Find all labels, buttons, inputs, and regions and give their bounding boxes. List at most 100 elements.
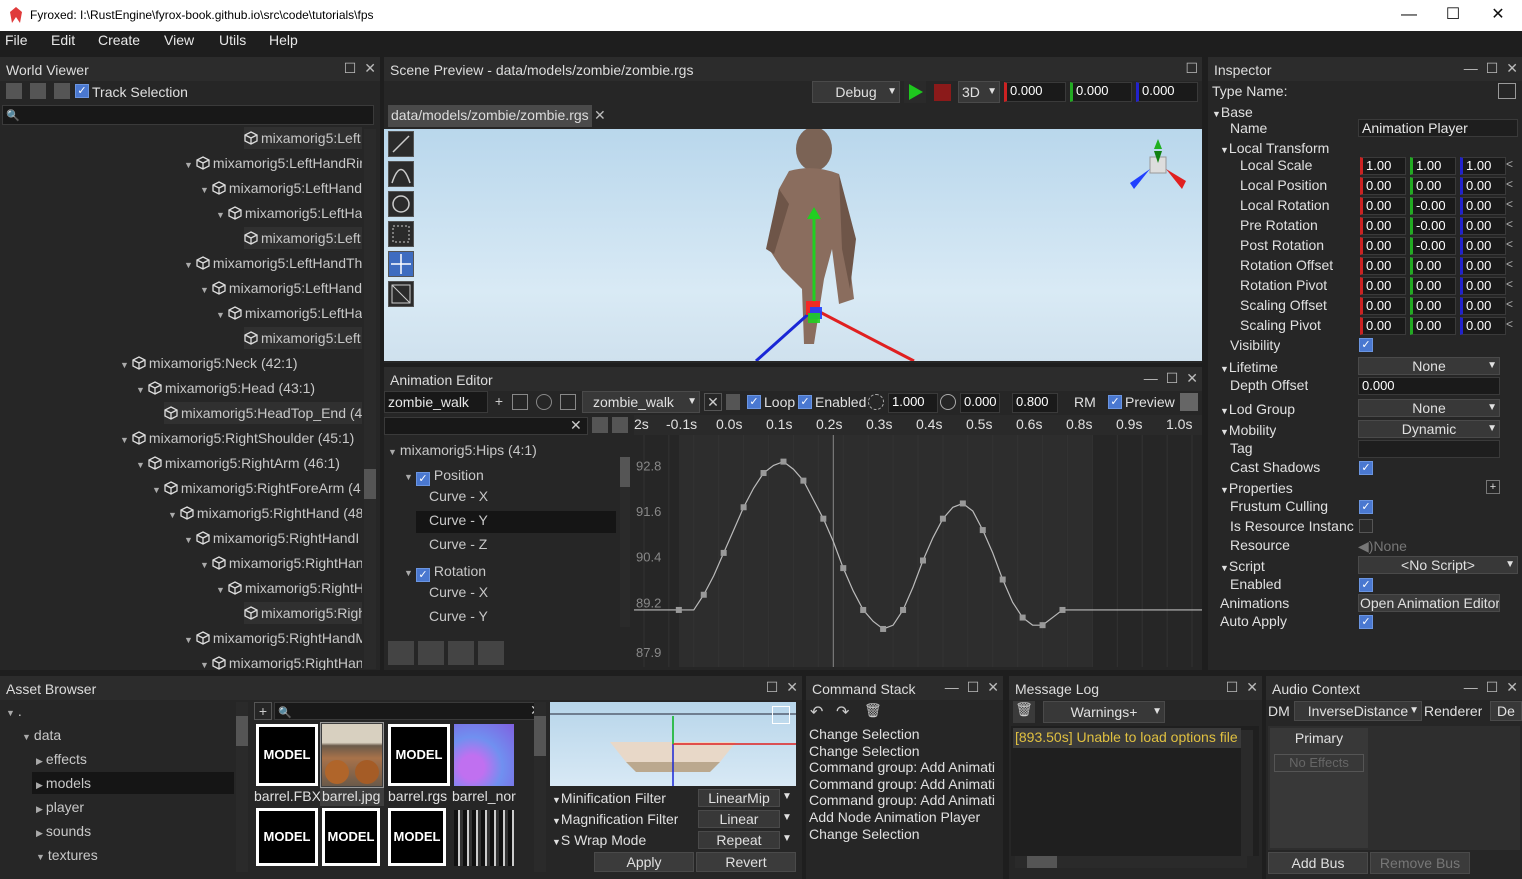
transform-value[interactable]: 0.00 bbox=[1460, 297, 1506, 315]
renderer-dropdown[interactable]: De bbox=[1490, 701, 1522, 721]
maximize-panel-icon[interactable]: ☐ bbox=[766, 679, 779, 695]
view-mode-dropdown[interactable]: 3D ▼ bbox=[958, 81, 1000, 103]
preview-checkbox[interactable]: ✓ bbox=[1108, 395, 1122, 409]
scene-node[interactable]: ▼ mixamorig5:LeftHandRin bbox=[184, 152, 362, 174]
scene-node[interactable]: mixamorig5:Left bbox=[244, 327, 362, 349]
time-end-field[interactable]: 0.800 bbox=[1012, 393, 1058, 413]
asset-scrollbar[interactable] bbox=[534, 702, 546, 872]
curve-pos-y[interactable]: Curve - Y bbox=[429, 509, 488, 531]
undo-icon[interactable]: ↶ bbox=[810, 702, 832, 722]
rect-select-tool-icon[interactable] bbox=[388, 221, 414, 247]
rename-icon[interactable] bbox=[560, 394, 576, 410]
revert-arrow-icon[interactable]: < bbox=[1506, 197, 1513, 211]
curve-editor[interactable]: 92.8 91.6 90.4 89.2 87.9 bbox=[634, 435, 1202, 667]
copy-animation-icon[interactable] bbox=[726, 394, 740, 410]
scene-node[interactable]: mixamorig5:Left bbox=[244, 227, 362, 249]
cast-shadows-checkbox[interactable]: ✓ bbox=[1359, 461, 1373, 475]
curve-rot-y[interactable]: Curve - Y bbox=[429, 605, 488, 627]
folder-models[interactable]: ▶ models bbox=[36, 772, 91, 794]
command-item[interactable]: Command group: Add Animati bbox=[809, 759, 995, 775]
base-section[interactable]: ▼Base bbox=[1212, 104, 1253, 120]
maximize-panel-icon[interactable]: ☐ bbox=[1185, 60, 1198, 76]
scene-node[interactable]: mixamorig5:HeadTop_End (4 bbox=[164, 402, 362, 424]
clear-stack-icon[interactable]: 🗑 bbox=[864, 702, 886, 722]
scene-node[interactable]: ▼ mixamorig5:RightHand (48 bbox=[168, 502, 362, 524]
asset-thumb-model-3[interactable]: MODEL bbox=[322, 808, 380, 866]
import-option-dropdown[interactable]: LinearMip bbox=[698, 789, 780, 807]
transform-value[interactable]: 0.00 bbox=[1410, 277, 1456, 295]
curve-keyframe[interactable] bbox=[1059, 606, 1066, 613]
folder-sounds[interactable]: ▶ sounds bbox=[36, 820, 91, 842]
folder-player[interactable]: ▶ player bbox=[36, 796, 84, 818]
menu-utils[interactable]: Utils bbox=[219, 32, 246, 48]
tree-scrollbar[interactable] bbox=[364, 129, 376, 669]
transform-value[interactable]: 0.00 bbox=[1360, 197, 1406, 215]
asset-thumb-barrel-fbx[interactable]: MODEL bbox=[256, 724, 318, 786]
redo-icon[interactable]: ↷ bbox=[836, 702, 858, 722]
revert-arrow-icon[interactable]: < bbox=[1506, 317, 1513, 331]
maximize-panel-icon[interactable]: ☐ bbox=[967, 679, 980, 695]
asset-thumb-model-2[interactable]: MODEL bbox=[256, 808, 318, 866]
minimize-panel-icon[interactable]: — bbox=[1464, 60, 1478, 76]
scene-tab[interactable]: data/models/zombie/zombie.rgs bbox=[388, 105, 592, 127]
curve-keyframe[interactable] bbox=[800, 477, 807, 484]
minimize-panel-icon[interactable]: — bbox=[1144, 370, 1158, 386]
curve-keyframe[interactable] bbox=[860, 606, 867, 613]
menu-help[interactable]: Help bbox=[269, 32, 298, 48]
curve-keyframe[interactable] bbox=[780, 458, 787, 465]
local-transform-section[interactable]: ▼Local Transform bbox=[1220, 140, 1329, 156]
script-dropdown[interactable]: <No Script> ▼ bbox=[1358, 556, 1518, 574]
menu-create[interactable]: Create bbox=[98, 32, 140, 48]
maximize-panel-icon[interactable]: ☐ bbox=[344, 60, 357, 76]
transform-value[interactable]: 0.00 bbox=[1460, 217, 1506, 235]
folder-textures[interactable]: ▼ textures bbox=[36, 844, 98, 866]
curve-keyframe[interactable] bbox=[740, 504, 747, 511]
delete-animation-icon[interactable]: ✕ bbox=[704, 393, 722, 411]
curve-rot-x[interactable]: Curve - X bbox=[429, 581, 488, 603]
curve-keyframe[interactable] bbox=[700, 591, 707, 598]
asset-preview-viewport[interactable] bbox=[550, 702, 796, 786]
command-item[interactable]: Change Selection bbox=[809, 826, 920, 842]
visibility-checkbox[interactable]: ✓ bbox=[1359, 338, 1373, 352]
resource-field[interactable]: ◀)None bbox=[1358, 538, 1407, 555]
scene-node[interactable]: ▼ mixamorig5:RightHan bbox=[200, 652, 362, 670]
animation-name-input[interactable]: zombie_walk bbox=[384, 391, 488, 413]
frustum-culling-checkbox[interactable]: ✓ bbox=[1359, 500, 1373, 514]
transform-value[interactable]: 1.00 bbox=[1410, 157, 1456, 175]
log-scrollbar-v[interactable] bbox=[1241, 730, 1253, 856]
close-tab-icon[interactable]: ✕ bbox=[594, 107, 606, 124]
transform-value[interactable]: 0.00 bbox=[1360, 317, 1406, 335]
folder-root[interactable]: ▼. bbox=[6, 700, 22, 722]
close-panel-icon[interactable]: ✕ bbox=[786, 679, 798, 695]
auto-apply-checkbox[interactable]: ✓ bbox=[1359, 615, 1373, 629]
close-panel-icon[interactable]: ✕ bbox=[1506, 60, 1518, 76]
bus-primary[interactable]: Primary No Effects bbox=[1270, 728, 1368, 848]
scene-node[interactable]: ▼ mixamorig5:Head (43:1) bbox=[136, 377, 315, 399]
scene-node[interactable]: ▼ mixamorig5:LeftHand bbox=[200, 177, 362, 199]
folder-effects[interactable]: ▶ effects bbox=[36, 748, 87, 770]
close-panel-icon[interactable]: ✕ bbox=[1246, 679, 1258, 695]
fit-view-icon[interactable] bbox=[418, 641, 444, 665]
revert-arrow-icon[interactable]: < bbox=[1506, 177, 1513, 191]
apply-button[interactable]: Apply bbox=[594, 852, 694, 872]
add-property-icon[interactable]: + bbox=[1486, 480, 1500, 494]
transform-value[interactable]: 0.00 bbox=[1460, 277, 1506, 295]
scene-node[interactable]: ▼ mixamorig5:RightHandM bbox=[184, 627, 362, 649]
add-asset-icon[interactable]: + bbox=[254, 702, 272, 720]
name-input[interactable]: Animation Player bbox=[1358, 119, 1518, 137]
scene-node[interactable]: ▼ mixamorig5:Neck (42:1) bbox=[120, 352, 298, 374]
transform-value[interactable]: 0.00 bbox=[1360, 217, 1406, 235]
track-rotation[interactable]: ▼ ✓ Rotation bbox=[404, 560, 486, 582]
maximize-panel-icon[interactable]: ☐ bbox=[1226, 679, 1239, 695]
import-option-dropdown[interactable]: Repeat bbox=[698, 831, 780, 849]
transform-value[interactable]: 0.00 bbox=[1360, 277, 1406, 295]
add-animation-icon[interactable]: + bbox=[490, 393, 508, 411]
curve-pos-z[interactable]: Curve - Z bbox=[429, 533, 487, 555]
scene-node[interactable]: ▼ mixamorig5:RightHandI bbox=[184, 527, 359, 549]
curve-keyframe[interactable] bbox=[919, 557, 926, 564]
curve-keyframe[interactable] bbox=[999, 576, 1006, 583]
folder-scrollbar[interactable] bbox=[236, 702, 248, 872]
locate-icon[interactable] bbox=[54, 83, 70, 99]
scene-node[interactable]: ▼ mixamorig5:RightH bbox=[216, 577, 362, 599]
speed-field[interactable]: 1.000 bbox=[888, 393, 938, 413]
